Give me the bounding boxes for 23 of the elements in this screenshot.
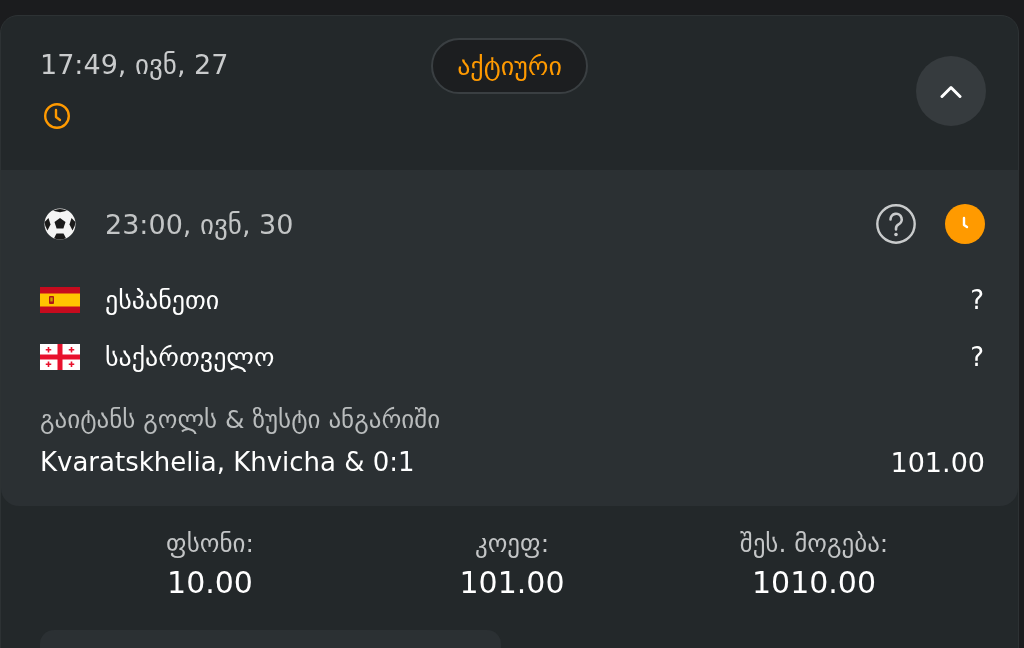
team-name: ესპანეთი <box>105 285 220 315</box>
summary-label: ფსონი: <box>166 528 254 560</box>
summary-label: შეს. მოგება: <box>739 528 889 560</box>
team-name: საქართველო <box>105 342 275 372</box>
clock-icon <box>44 103 70 129</box>
market-name: გაიტანს გოლს & ზუსტი ანგარიში <box>40 404 442 436</box>
summary-value: 10.00 <box>167 564 253 602</box>
selection-text: Kvaratskhelia, Khvicha & 0:1 <box>40 447 415 477</box>
summary-label: კოეფ: <box>474 528 550 560</box>
soccer-ball-icon <box>44 208 76 240</box>
odds-value: 101.00 <box>890 446 985 478</box>
chevron-up-icon <box>940 84 962 98</box>
georgian-flag-icon <box>40 344 80 370</box>
team-score: ? <box>970 342 984 372</box>
spanish-flag-icon <box>40 287 80 313</box>
event-date: 23:00, ივნ, 30 <box>105 208 294 240</box>
team-score: ? <box>970 285 984 315</box>
status-pill: აქტიური <box>431 38 588 94</box>
question-circle-icon[interactable] <box>876 204 916 244</box>
summary-value: 101.00 <box>459 564 565 602</box>
bet-date: 17:49, ივნ, 27 <box>40 48 229 82</box>
clock-badge-icon <box>945 204 985 244</box>
summary-value: 1010.00 <box>751 564 877 602</box>
